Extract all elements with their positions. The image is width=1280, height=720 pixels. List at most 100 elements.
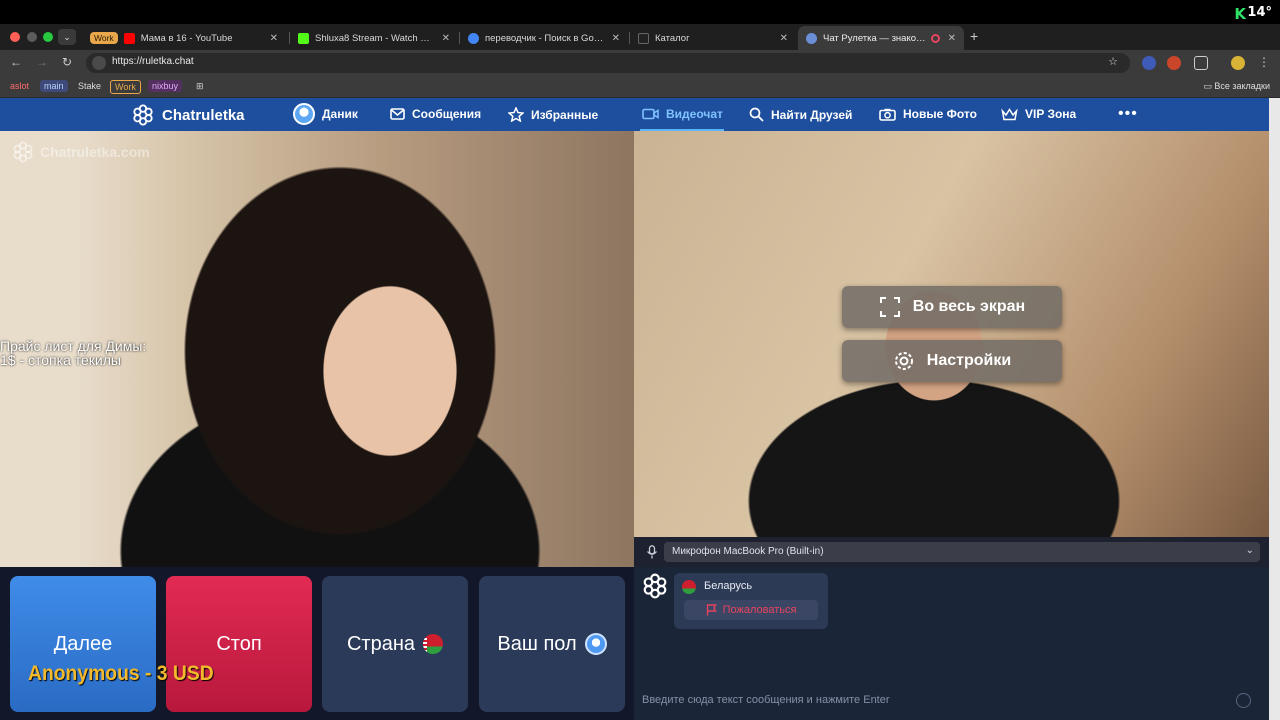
new-tab-button[interactable]: + bbox=[970, 28, 978, 44]
nav-videochat[interactable]: Видеочат bbox=[642, 107, 723, 121]
close-tab-icon[interactable]: ✕ bbox=[612, 33, 620, 44]
stop-button[interactable]: Стоп bbox=[166, 576, 312, 712]
nav-new-photos[interactable]: Новые Фото bbox=[879, 107, 977, 121]
close-tab-icon[interactable]: ✕ bbox=[270, 33, 278, 44]
partner-country: Беларусь bbox=[704, 580, 753, 592]
site-logo[interactable]: Chatruletka bbox=[132, 104, 245, 126]
nav-user-profile[interactable]: Даник bbox=[293, 103, 358, 125]
chevron-down-icon: ⌄ bbox=[1245, 545, 1254, 556]
report-button[interactable]: Пожаловаться bbox=[684, 600, 818, 620]
browser-tab-active[interactable]: Чат Рулетка — знакомст ✕ bbox=[798, 26, 964, 50]
bookmark-work[interactable]: Work bbox=[110, 80, 141, 94]
url-text[interactable]: https://ruletka.chat bbox=[112, 56, 194, 67]
nav-find-friends[interactable]: Найти Друзей bbox=[749, 107, 852, 122]
emoji-icon[interactable] bbox=[1236, 693, 1251, 708]
close-tab-icon[interactable]: ✕ bbox=[442, 33, 450, 44]
tab-group-label[interactable]: Work bbox=[90, 32, 118, 44]
maximize-window-button[interactable] bbox=[43, 32, 53, 42]
chat-panel: Беларусь Пожаловаться Введите сюда текст… bbox=[634, 567, 1269, 720]
recording-icon bbox=[930, 33, 940, 43]
browser-tab[interactable]: Work Мама в 16 - YouTube ✕ bbox=[82, 26, 286, 50]
video-icon bbox=[642, 108, 659, 120]
envelope-icon bbox=[390, 108, 405, 120]
forward-arrow-icon[interactable]: → bbox=[36, 55, 48, 69]
folder-icon: ▭ bbox=[1203, 81, 1215, 91]
nav-videochat-label: Видеочат bbox=[666, 107, 723, 121]
extension-icon[interactable] bbox=[1142, 56, 1156, 70]
browser-menu-icon[interactable]: ⋮ bbox=[1258, 55, 1270, 69]
app-indicator-icon[interactable]: K bbox=[1234, 5, 1246, 23]
chatruletka-icon bbox=[806, 32, 817, 44]
tab-title: Мама в 16 - YouTube bbox=[140, 32, 233, 44]
more-menu-icon[interactable]: ••• bbox=[1118, 105, 1138, 123]
google-icon bbox=[468, 32, 479, 44]
belarus-flag-icon bbox=[423, 634, 444, 654]
browser-tab[interactable]: Каталог ✕ bbox=[630, 26, 796, 50]
close-tab-icon[interactable]: ✕ bbox=[948, 33, 956, 44]
chat-message-input[interactable]: Введите сюда текст сообщения и нажмите E… bbox=[642, 694, 1232, 710]
extension-icon[interactable] bbox=[1167, 56, 1181, 70]
tab-title: Каталог bbox=[655, 32, 690, 44]
minimize-window-button[interactable] bbox=[27, 32, 37, 42]
temperature-readout: 14° bbox=[1247, 5, 1272, 20]
gender-button-label: Ваш пол bbox=[497, 632, 577, 655]
nav-messages[interactable]: Сообщения bbox=[390, 107, 481, 121]
extensions-puzzle-icon[interactable] bbox=[1194, 56, 1208, 70]
bookmark-star-icon[interactable]: ☆ bbox=[1108, 55, 1118, 68]
nav-vip-zone-label: VIP Зона bbox=[1025, 107, 1077, 121]
self-video: Во весь экран Настройки bbox=[634, 131, 1269, 537]
fullscreen-button[interactable]: Во весь экран bbox=[842, 286, 1062, 328]
url-bar[interactable]: https://ruletka.chat ☆ bbox=[86, 53, 1130, 73]
back-arrow-icon[interactable]: ← bbox=[10, 55, 22, 69]
gender-filter-button[interactable]: Ваш пол bbox=[479, 576, 625, 712]
search-icon bbox=[749, 107, 764, 122]
belarus-flag-icon bbox=[682, 580, 696, 594]
browser-tab[interactable]: переводчик - Поиск в Google ✕ bbox=[460, 26, 628, 50]
tab-title: Shluxa8 Stream - Watch Live bbox=[315, 32, 434, 44]
apps-grid-icon[interactable]: ⊞ bbox=[192, 80, 208, 93]
site-info-icon[interactable] bbox=[92, 56, 106, 70]
country-button-label: Страна bbox=[346, 632, 416, 655]
next-button[interactable]: Далее bbox=[10, 576, 156, 712]
profile-avatar-icon[interactable] bbox=[1231, 56, 1245, 70]
youtube-icon bbox=[123, 32, 135, 44]
site-logo-text: Chatruletka bbox=[162, 106, 245, 124]
bookmarks-bar: aslot main Stake Work nixbuy ⊞ ▭ Все зак… bbox=[0, 76, 1280, 98]
chatruletka-logo-icon bbox=[133, 104, 153, 126]
site-header: Chatruletka Даник Сообщения Избранные Ви… bbox=[0, 98, 1270, 131]
catalog-icon bbox=[638, 32, 649, 44]
crown-icon bbox=[1001, 107, 1018, 120]
gender-avatar-icon bbox=[584, 633, 607, 655]
page-scrollbar[interactable] bbox=[1269, 98, 1280, 720]
nav-find-friends-label: Найти Друзей bbox=[771, 107, 853, 122]
country-filter-button[interactable]: Страна bbox=[322, 576, 468, 712]
bookmark-nixbuy[interactable]: nixbuy bbox=[148, 80, 183, 92]
nav-new-photos-label: Новые Фото bbox=[903, 107, 977, 121]
microphone-select[interactable]: Микрофон MacBook Pro (Built-in) ⌄ bbox=[664, 542, 1260, 562]
all-bookmarks-button[interactable]: ▭ Все закладки bbox=[1203, 81, 1270, 92]
microphone-bar: Микрофон MacBook Pro (Built-in) ⌄ bbox=[634, 537, 1269, 567]
address-toolbar: ← → ↻ https://ruletka.chat ☆ ⋮ bbox=[0, 50, 1280, 76]
tab-search-button[interactable]: ⌄ bbox=[58, 29, 76, 45]
donation-alert: Anonymous - 3 USD bbox=[28, 662, 214, 685]
tab-title: Чат Рулетка — знакомст bbox=[823, 32, 927, 44]
gear-icon bbox=[894, 352, 913, 370]
chat-controls: Далее Стоп Страна Ваш пол Anonymous - 3 … bbox=[0, 567, 634, 720]
close-window-button[interactable] bbox=[10, 32, 20, 42]
settings-button[interactable]: Настройки bbox=[842, 340, 1062, 382]
browser-tab[interactable]: Shluxa8 Stream - Watch Live ✕ bbox=[290, 26, 458, 50]
nav-favorites-label: Избранные bbox=[531, 107, 599, 122]
bookmark-aslot[interactable]: aslot bbox=[6, 80, 33, 92]
site-watermark: Chatruletka.com bbox=[12, 141, 150, 163]
user-avatar-icon bbox=[293, 103, 315, 125]
bookmark-stake[interactable]: Stake bbox=[74, 80, 105, 92]
watermark-text: Chatruletka.com bbox=[40, 144, 150, 160]
stranger-video: Chatruletka.com Прайс лист для Димы: 1$ … bbox=[0, 131, 634, 567]
nav-vip-zone[interactable]: VIP Зона bbox=[1001, 107, 1076, 121]
overlay-line: Прайс лист для Димы: bbox=[0, 338, 147, 354]
close-tab-icon[interactable]: ✕ bbox=[780, 33, 788, 44]
bookmark-main[interactable]: main bbox=[40, 80, 68, 92]
fullscreen-icon bbox=[879, 297, 900, 317]
nav-favorites[interactable]: Избранные bbox=[508, 107, 598, 122]
reload-icon[interactable]: ↻ bbox=[62, 55, 72, 69]
